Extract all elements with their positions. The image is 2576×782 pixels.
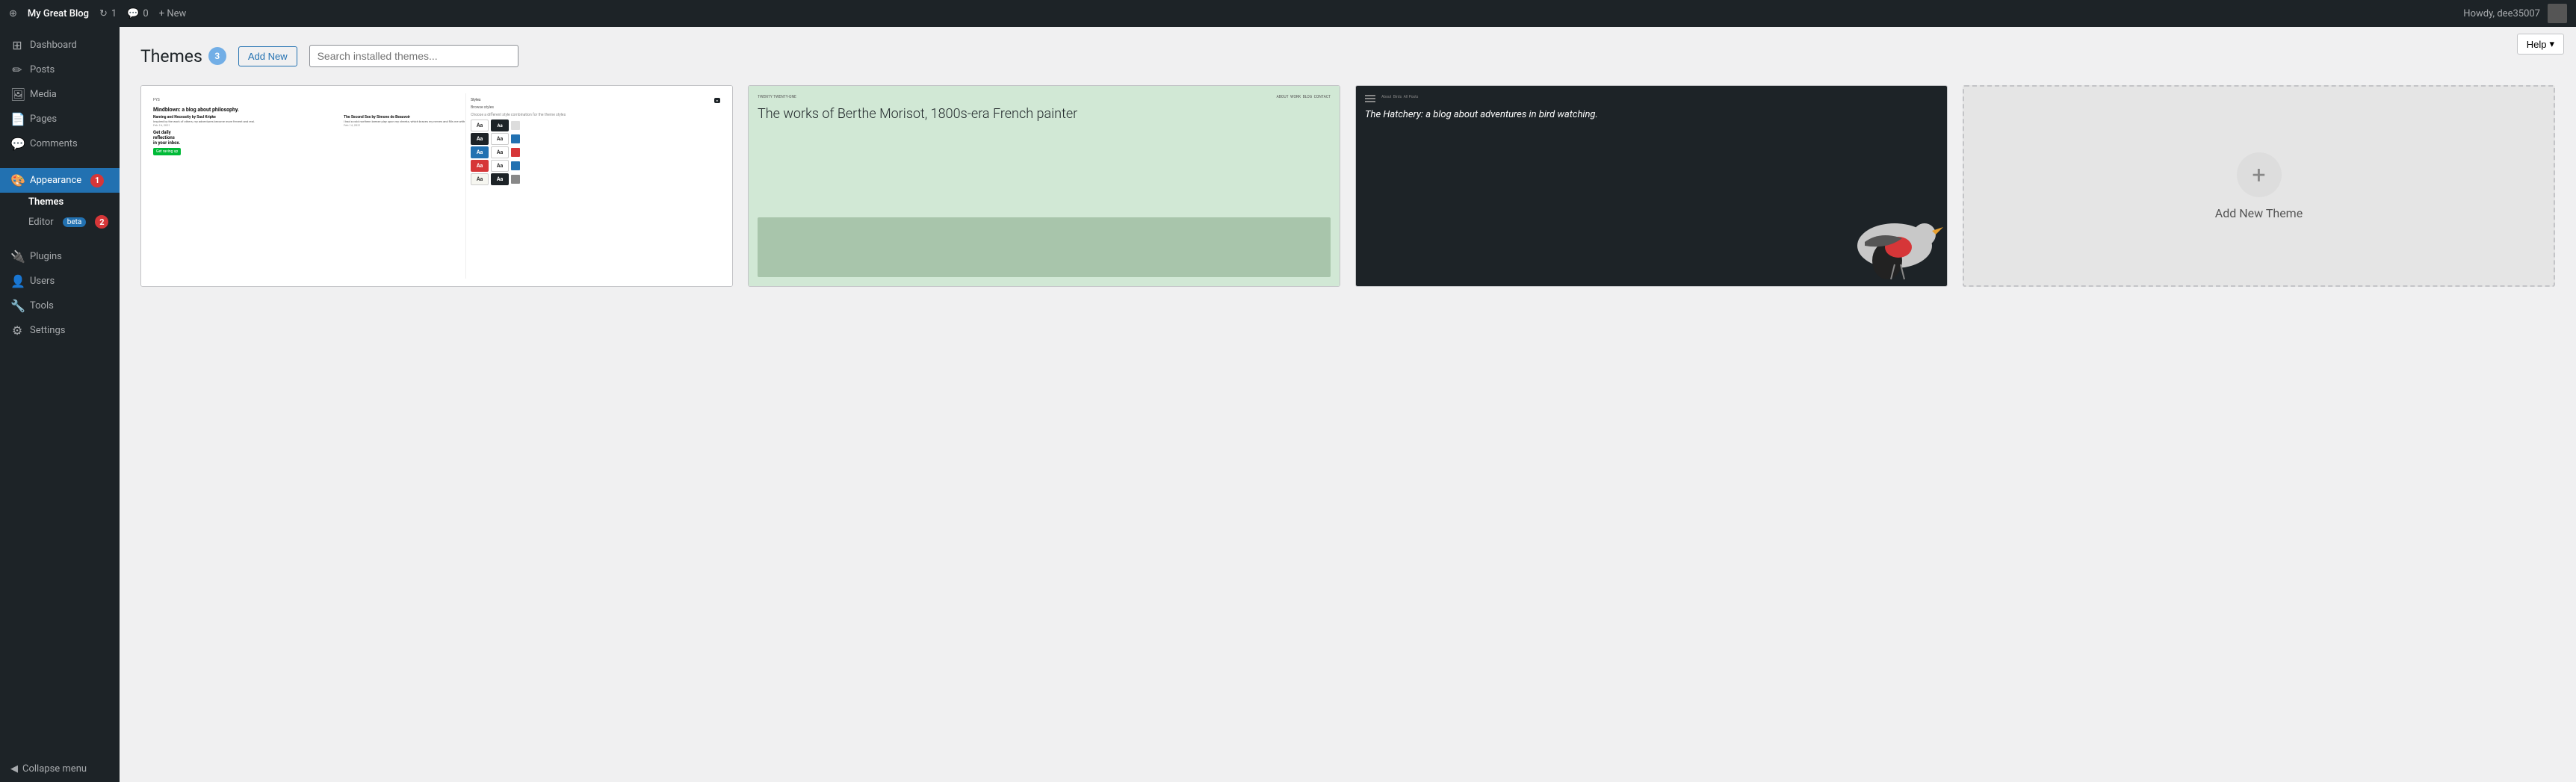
new-content-button[interactable]: + New	[159, 8, 187, 19]
theme-preview-tt2: About Birds All Posts The Hatchery: a bl…	[1356, 86, 1947, 286]
sidebar-item-editor[interactable]: Editor beta 2	[21, 211, 120, 232]
updates-icon: ↻	[99, 8, 108, 19]
sidebar-item-themes[interactable]: Themes	[21, 193, 120, 211]
comments-icon: 💬	[10, 137, 24, 151]
sidebar: ⊞ Dashboard ✏ Posts 🖼 Media 📄 Pages 💬 Co…	[0, 27, 120, 782]
main-content: Help ▾ Themes 3 Add New FYS	[120, 27, 2576, 782]
users-icon: 👤	[10, 274, 24, 288]
comment-icon: 💬	[127, 8, 139, 19]
sidebar-item-comments[interactable]: 💬 Comments	[0, 131, 120, 156]
sidebar-item-appearance[interactable]: 🎨 Appearance 1	[0, 168, 120, 193]
add-new-button[interactable]: Add New	[238, 46, 297, 66]
sidebar-item-users[interactable]: 👤 Users	[0, 269, 120, 294]
plugins-icon: 🔌	[10, 249, 24, 264]
howdy-text: Howdy, dee35007	[2463, 8, 2540, 19]
collapse-icon: ◀	[10, 763, 18, 775]
theme-card-tt3[interactable]: FYS About Books All Posts Mindblown: a b…	[140, 85, 733, 287]
sidebar-item-plugins[interactable]: 🔌 Plugins	[0, 244, 120, 269]
add-plus-icon: +	[2237, 152, 2282, 197]
avatar	[2548, 4, 2567, 23]
sidebar-item-posts[interactable]: ✏ Posts	[0, 58, 120, 82]
themes-count-badge: 3	[208, 47, 226, 65]
page-title: Themes 3	[140, 46, 226, 66]
theme-card-tt2[interactable]: About Birds All Posts The Hatchery: a bl…	[1355, 85, 1948, 287]
wp-logo[interactable]: ⊕	[9, 8, 17, 19]
search-input[interactable]	[309, 45, 518, 67]
pages-icon: 📄	[10, 112, 24, 126]
theme-card-tt3-footer: Active: Twenty Twenty-Three Customize	[141, 286, 732, 287]
appearance-badge: 1	[90, 174, 104, 187]
editor-beta-badge: beta	[63, 217, 87, 227]
appearance-submenu: Themes Editor beta 2	[0, 193, 120, 232]
editor-num-badge: 2	[95, 215, 108, 229]
sidebar-item-settings[interactable]: ⚙ Settings	[0, 318, 120, 343]
help-button[interactable]: Help ▾	[2517, 34, 2564, 55]
appearance-icon: 🎨	[10, 173, 24, 187]
theme-preview-tt3: FYS About Books All Posts Mindblown: a b…	[141, 86, 732, 286]
settings-icon: ⚙	[10, 323, 24, 338]
theme-card-tt1[interactable]: TWENTY TWENTY-ONE ABOUT WORK BLOG CONTAC…	[748, 85, 1340, 287]
tools-icon: 🔧	[10, 299, 24, 313]
add-new-theme-label: Add New Theme	[2215, 206, 2303, 220]
add-new-theme-card[interactable]: + Add New Theme	[1963, 85, 2555, 287]
media-icon: 🖼	[10, 87, 24, 102]
sidebar-item-tools[interactable]: 🔧 Tools	[0, 294, 120, 318]
collapse-menu-button[interactable]: ◀ Collapse menu	[0, 756, 120, 782]
updates-item[interactable]: ↻ 1	[99, 8, 117, 19]
sidebar-item-dashboard[interactable]: ⊞ Dashboard	[0, 33, 120, 58]
themes-grid: FYS About Books All Posts Mindblown: a b…	[140, 85, 2555, 287]
theme-name-tt2: Twenty Twenty-Two	[1356, 286, 1947, 287]
dashboard-icon: ⊞	[10, 38, 24, 52]
site-name[interactable]: My Great Blog	[28, 8, 89, 19]
themes-header: Themes 3 Add New	[140, 45, 2555, 67]
theme-name-tt1: Twenty Twenty-One	[749, 286, 1340, 287]
chevron-down-icon: ▾	[2549, 38, 2554, 50]
sidebar-item-pages[interactable]: 📄 Pages	[0, 107, 120, 131]
theme-preview-tt1: TWENTY TWENTY-ONE ABOUT WORK BLOG CONTAC…	[749, 86, 1340, 286]
comments-item[interactable]: 💬 0	[127, 8, 149, 19]
posts-icon: ✏	[10, 63, 24, 77]
sidebar-item-media[interactable]: 🖼 Media	[0, 82, 120, 107]
top-bar: ⊕ My Great Blog ↻ 1 💬 0 + New Howdy, dee…	[0, 0, 2576, 27]
